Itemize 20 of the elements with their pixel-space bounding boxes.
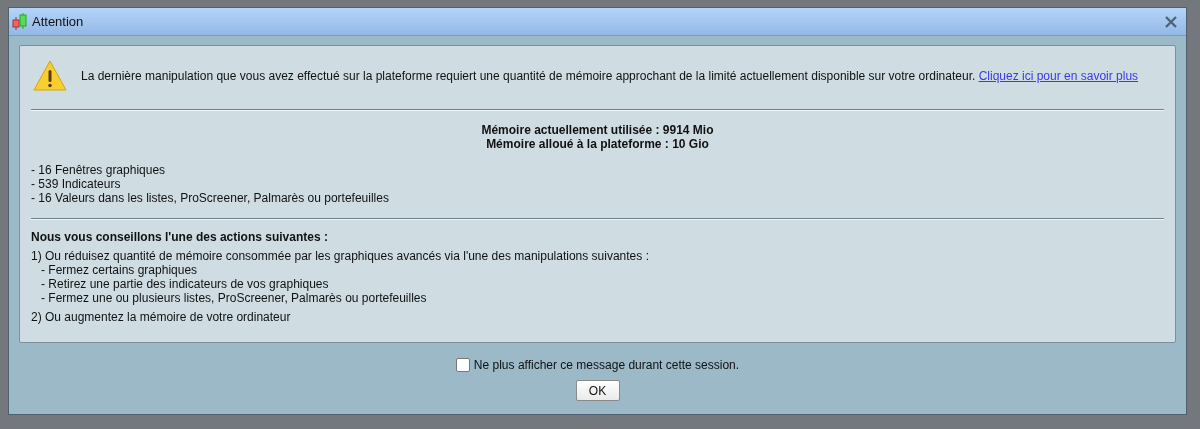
- action-item: 1) Ou réduisez quantité de mémoire consommée par les graphiques avancés via l'une des manipulations suivantes :: [31, 249, 650, 263]
- stat-line: - 539 Indicateurs: [31, 177, 122, 191]
- ok-button[interactable]: OK: [575, 380, 620, 401]
- stat-line: - 16 Valeurs dans les listes, ProScreener, Palmarès ou portefeuilles: [31, 191, 390, 205]
- checkbox[interactable]: [455, 358, 470, 372]
- memory-line: Mémoire actuellement utilisée : 9914 Mio: [481, 123, 714, 137]
- warning-message: La dernière manipulation que vous avez effectué sur la plateforme requiert une quantité de mémoire approchant de la limité actuellement disponible sur votre ordinateur. Cliquez ici pour en savoir plus: [81, 67, 1139, 84]
- warning-icon: [33, 60, 67, 91]
- close-icon: [1165, 15, 1177, 28]
- memory-line: Mémoire alloué à la plateforme : 10 Gio: [486, 137, 709, 151]
- advice-heading: Nous vous conseillons l'une des actions suivantes :: [31, 230, 329, 244]
- candlestick-icon: [12, 11, 28, 32]
- window-title: Attention: [32, 14, 85, 29]
- stat-line: - 16 Fenêtres graphiques: [31, 163, 167, 177]
- action-item: 2) Ou augmentez la mémoire de votre ordinateur: [31, 310, 292, 324]
- checkbox-label[interactable]: Ne plus afficher ce message durant cette session.: [473, 358, 740, 372]
- learn-more-link[interactable]: Cliquez ici pour en savoir plus: [978, 68, 1139, 83]
- sub-action-item: - Fermez une ou plusieurs listes, ProScreener, Palmarès ou portefeuilles: [41, 291, 428, 305]
- sub-action-item: - Fermez certains graphiques: [41, 263, 199, 277]
- sub-action-item: - Retirez une partie des indicateurs de vos graphiques: [41, 277, 330, 291]
